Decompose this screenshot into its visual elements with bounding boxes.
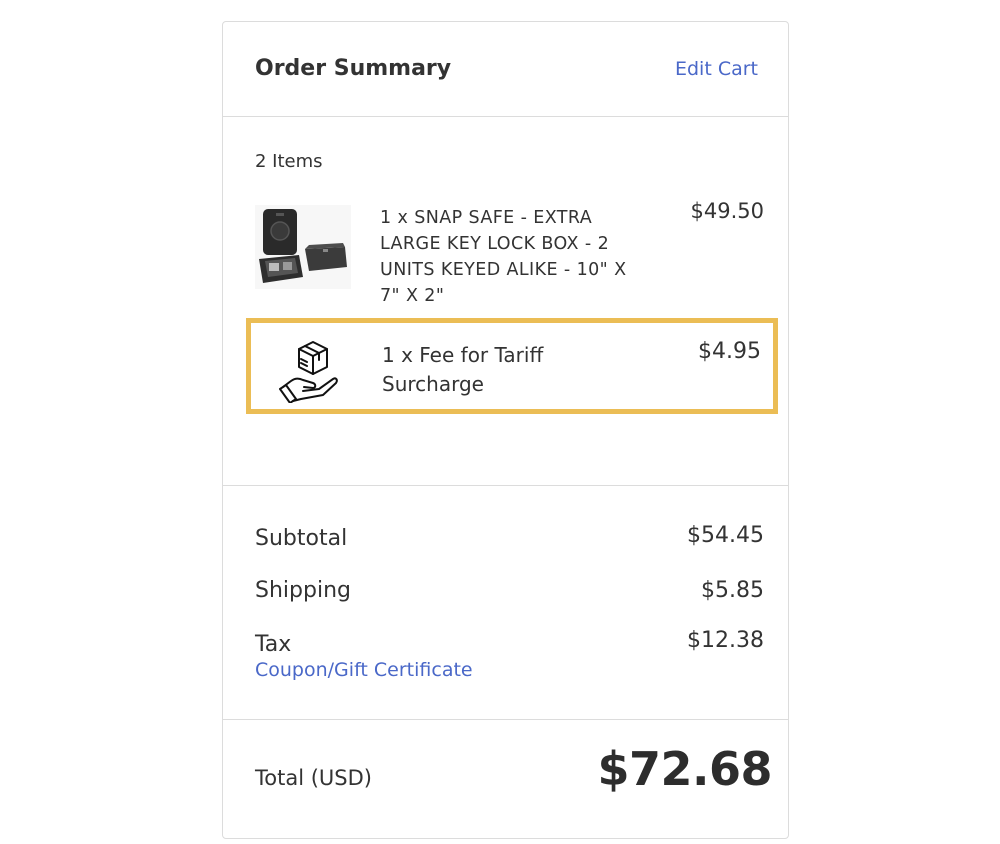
product-image bbox=[255, 205, 351, 289]
grand-total-section: Total (USD) $72.68 bbox=[223, 720, 788, 838]
order-summary-card: Order Summary Edit Cart 2 Items 1 x SNAP… bbox=[222, 21, 789, 839]
item-price: $49.50 bbox=[690, 199, 764, 223]
coupon-link[interactable]: Coupon/Gift Certificate bbox=[255, 659, 473, 681]
subtotal-value: $54.45 bbox=[687, 523, 764, 548]
page-title: Order Summary bbox=[255, 56, 452, 81]
total-value: $72.68 bbox=[597, 742, 772, 796]
total-label: Total (USD) bbox=[255, 766, 372, 790]
order-summary-header: Order Summary Edit Cart bbox=[223, 22, 788, 117]
edit-cart-link[interactable]: Edit Cart bbox=[675, 58, 758, 80]
subtotal-label: Subtotal bbox=[255, 526, 348, 551]
items-count: 2 Items bbox=[255, 151, 323, 172]
item-price: $4.95 bbox=[698, 339, 761, 364]
totals-section: Subtotal $54.45 Shipping $5.85 Tax $12.3… bbox=[223, 486, 788, 720]
cart-items-section: 2 Items 1 x SNAP SAFE - EXTRA LARGE KEY … bbox=[223, 117, 788, 486]
shipping-value: $5.85 bbox=[701, 578, 764, 603]
item-name: 1 x Fee for Tariff Surcharge bbox=[382, 343, 544, 396]
shipping-label: Shipping bbox=[255, 578, 351, 603]
tax-value: $12.38 bbox=[687, 628, 764, 653]
list-item: 1 x Fee for Tariff Surcharge $4.95 bbox=[246, 318, 778, 414]
item-name: 1 x SNAP SAFE - EXTRA LARGE KEY LOCK BOX… bbox=[380, 208, 627, 306]
tax-label: Tax bbox=[255, 632, 292, 657]
package-in-hand-icon bbox=[279, 341, 338, 403]
